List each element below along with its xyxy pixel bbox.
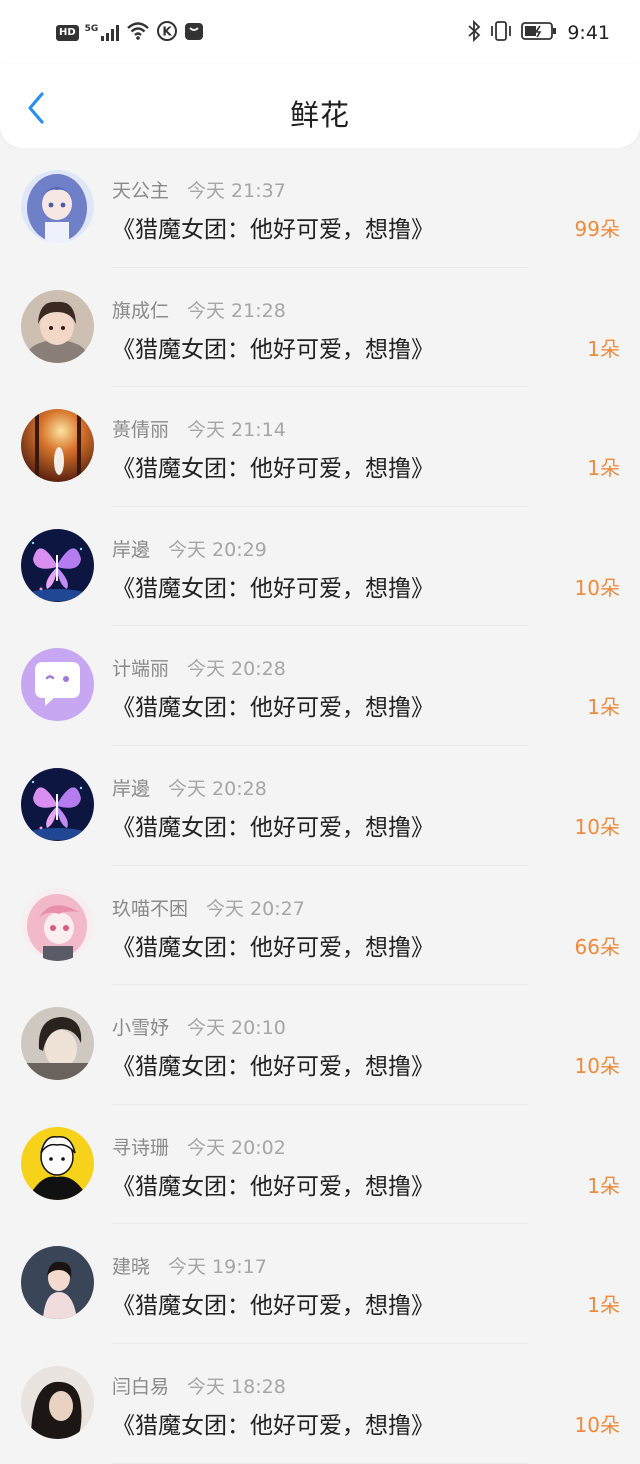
list-item[interactable]: 小雪妤 今天 20:10 《猎魔女团：他好可爱，想撸》 10朵	[0, 985, 640, 1105]
list-item[interactable]: 寻诗珊 今天 20:02 《猎魔女团：他好可爱，想撸》 1朵	[0, 1104, 640, 1225]
status-time: 9:41	[567, 22, 610, 44]
chat-bubble-avatar-icon	[21, 648, 94, 722]
sender-name: 旗成仁	[112, 299, 170, 322]
message-text: 《猎魔女团：他好可爱，想撸》	[112, 814, 434, 841]
sender-name: 计端丽	[112, 658, 170, 681]
sent-time: 今天 21:28	[187, 299, 286, 322]
bag-icon	[184, 21, 204, 45]
child-photo-avatar-icon	[21, 289, 94, 363]
message-text: 《猎魔女团：他好可爱，想撸》	[112, 575, 434, 602]
butterfly-avatar-icon	[21, 767, 94, 841]
message-text: 《猎魔女团：他好可爱，想撸》	[112, 456, 434, 483]
avatar[interactable]	[21, 887, 94, 961]
sent-time: 今天 20:02	[187, 1136, 286, 1159]
wifi-icon	[126, 21, 150, 45]
message-text: 《猎魔女团：他好可爱，想撸》	[112, 934, 434, 961]
sender-name: 岸邊	[112, 538, 151, 561]
flower-count: 1朵	[587, 1173, 620, 1198]
avatar[interactable]	[21, 170, 94, 243]
flower-count: 1朵	[587, 456, 620, 481]
k-circle-icon: K	[156, 20, 178, 46]
message-text: 《猎魔女团：他好可爱，想撸》	[112, 695, 434, 722]
list-item[interactable]: 天公主 今天 21:37 《猎魔女团：他好可爱，想撸》 99朵	[0, 148, 640, 268]
status-bar: HD 5G K 9:41	[0, 0, 640, 64]
sender-name: 岸邊	[112, 777, 151, 800]
list-item[interactable]: 玖喵不困 今天 20:27 《猎魔女团：他好可爱，想撸》 66朵	[0, 865, 640, 986]
portrait-dark-avatar-icon	[21, 1365, 94, 1439]
sender-name: 闫白易	[112, 1375, 170, 1398]
sent-time: 今天 20:10	[187, 1017, 286, 1040]
hd-badge: HD	[56, 25, 79, 41]
autumn-forest-avatar-icon	[21, 409, 94, 483]
status-right-icons: 9:41	[467, 19, 610, 46]
message-text: 《猎魔女团：他好可爱，想撸》	[112, 336, 434, 363]
list-item[interactable]: 计端丽 今天 20:28 《猎魔女团：他好可爱，想撸》 1朵	[0, 626, 640, 746]
vibrate-icon	[489, 20, 513, 46]
sent-time: 今天 21:14	[187, 419, 286, 442]
avatar[interactable]	[21, 648, 94, 722]
page-title: 鲜花	[289, 98, 350, 132]
sender-name: 寻诗珊	[112, 1136, 170, 1159]
sent-time: 今天 20:28	[168, 777, 267, 800]
list-item[interactable]: 蒉倩丽 今天 21:14 《猎魔女团：他好可爱，想撸》 1朵	[0, 387, 640, 507]
sender-name: 玖喵不困	[112, 897, 189, 920]
list-item[interactable]: 岸邊 今天 20:28 《猎魔女团：他好可爱，想撸》 10朵	[0, 745, 640, 866]
network-type-label: 5G	[84, 24, 99, 34]
message-text: 《猎魔女团：他好可爱，想撸》	[112, 217, 434, 243]
avatar[interactable]	[21, 289, 94, 363]
list-item[interactable]: 闫白易 今天 18:28 《猎魔女团：他好可爱，想撸》 10朵	[0, 1343, 640, 1464]
sent-time: 今天 20:29	[168, 538, 267, 561]
k-circle-label: K	[163, 25, 173, 39]
flower-count: 10朵	[574, 575, 620, 600]
avatar[interactable]	[21, 1365, 94, 1439]
avatar[interactable]	[21, 1007, 94, 1081]
flower-count: 10朵	[574, 1054, 620, 1079]
status-left-icons: HD 5G K	[56, 20, 204, 46]
list-item[interactable]: 旗成仁 今天 21:28 《猎魔女团：他好可爱，想撸》 1朵	[0, 267, 640, 388]
sent-time: 今天 21:37	[187, 180, 286, 202]
girl-photo-avatar-icon	[21, 1246, 94, 1320]
sent-time: 今天 19:17	[168, 1256, 267, 1279]
butterfly-avatar-icon	[21, 528, 94, 602]
flower-count: 1朵	[587, 695, 620, 720]
portrait-avatar-icon	[21, 1007, 94, 1081]
anime-girl-pink-avatar-icon	[21, 887, 94, 961]
message-text: 《猎魔女团：他好可爱，想撸》	[112, 1054, 434, 1081]
avatar[interactable]	[21, 1246, 94, 1320]
manga-avatar-icon	[21, 1126, 94, 1200]
bluetooth-icon	[467, 19, 481, 46]
flower-count: 1朵	[587, 1293, 620, 1318]
battery-icon	[521, 20, 557, 46]
sender-name: 建晓	[112, 1256, 151, 1279]
flower-record-list: 天公主 今天 21:37 《猎魔女团：他好可爱，想撸》 99朵 旗成仁 今天 21:…	[0, 148, 640, 1464]
flower-count: 99朵	[574, 217, 620, 241]
nav-header: 鲜花	[0, 64, 640, 148]
message-text: 《猎魔女团：他好可爱，想撸》	[112, 1412, 434, 1439]
message-text: 《猎魔女团：他好可爱，想撸》	[112, 1293, 434, 1320]
avatar[interactable]	[21, 767, 94, 841]
flower-count: 10朵	[574, 1412, 620, 1437]
sender-name: 小雪妤	[112, 1017, 170, 1040]
avatar[interactable]	[21, 528, 94, 602]
sent-time: 今天 20:27	[206, 897, 305, 920]
flower-count: 1朵	[587, 336, 620, 361]
list-item[interactable]: 建晓 今天 19:17 《猎魔女团：他好可爱，想撸》 1朵	[0, 1224, 640, 1344]
cellular-signal-icon: 5G	[85, 24, 121, 42]
avatar[interactable]	[21, 409, 94, 483]
list-item[interactable]: 岸邊 今天 20:29 《猎魔女团：他好可爱，想撸》 10朵	[0, 506, 640, 627]
anime-girl-avatar-icon	[21, 170, 94, 243]
avatar[interactable]	[21, 1126, 94, 1200]
message-text: 《猎魔女团：他好可爱，想撸》	[112, 1173, 434, 1200]
sender-name: 天公主	[112, 180, 170, 202]
flower-count: 66朵	[574, 934, 620, 959]
sent-time: 今天 20:28	[187, 658, 286, 681]
flower-count: 10朵	[574, 814, 620, 839]
sent-time: 今天 18:28	[187, 1375, 286, 1398]
sender-name: 蒉倩丽	[112, 419, 170, 442]
